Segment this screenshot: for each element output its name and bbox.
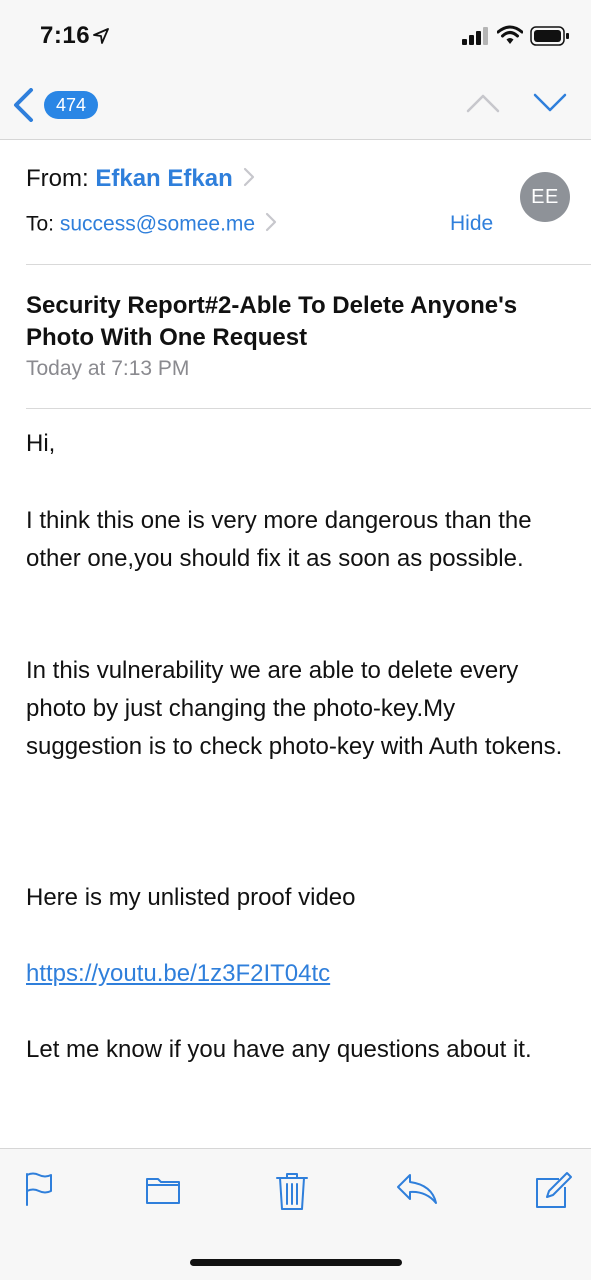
to-label: To: (26, 212, 55, 236)
header-divider (26, 264, 591, 265)
recipient-address-link[interactable]: success@somee.me (60, 213, 255, 236)
back-chevron-icon (12, 88, 34, 127)
email-paragraph: Here is my unlisted proof video (26, 884, 356, 911)
email-date: Today at 7:13 PM (26, 357, 190, 380)
signal-icon (462, 27, 490, 50)
status-bar: 7:16 (0, 0, 591, 70)
email-link-paragraph: https://youtu.be/1z3F2IT04tc (26, 955, 571, 993)
chevron-right-icon (243, 166, 255, 194)
email-subject: Security Report#2-Able To Delete Anyone'… (26, 292, 518, 351)
compose-icon[interactable] (533, 1171, 573, 1216)
message-count-badge: 474 (44, 91, 98, 119)
video-link[interactable]: https://youtu.be/1z3F2IT04tc (26, 960, 330, 987)
next-message-icon[interactable] (532, 92, 568, 119)
to-row: To: success@somee.me (26, 212, 277, 238)
previous-message-icon[interactable] (465, 92, 501, 119)
status-time: 7:16 (40, 22, 91, 49)
wifi-icon (496, 25, 524, 50)
email-paragraph: In this vulnerability we are able to del… (26, 657, 563, 760)
location-arrow-icon (93, 28, 109, 49)
hide-details-button[interactable]: Hide (450, 212, 493, 236)
email-paragraph: I think this one is very more dangerous … (26, 507, 532, 572)
trash-icon[interactable] (275, 1171, 309, 1216)
back-button[interactable]: 474 (10, 84, 110, 124)
email-paragraph: Let me know if you have any questions ab… (26, 1036, 532, 1063)
avatar[interactable]: EE (520, 172, 570, 222)
nav-bar: 474 (0, 70, 591, 140)
from-row: From: Efkan Efkan (26, 165, 255, 194)
from-label: From: (26, 165, 89, 192)
subject-divider (26, 408, 591, 409)
flag-icon[interactable] (24, 1171, 54, 1212)
chevron-right-icon (265, 212, 277, 238)
home-indicator[interactable] (190, 1259, 402, 1266)
folder-icon[interactable] (145, 1171, 181, 1212)
sender-name-link[interactable]: Efkan Efkan (95, 165, 232, 192)
battery-icon (530, 26, 570, 51)
email-greeting: Hi, (26, 430, 56, 457)
reply-icon[interactable] (396, 1171, 438, 1212)
